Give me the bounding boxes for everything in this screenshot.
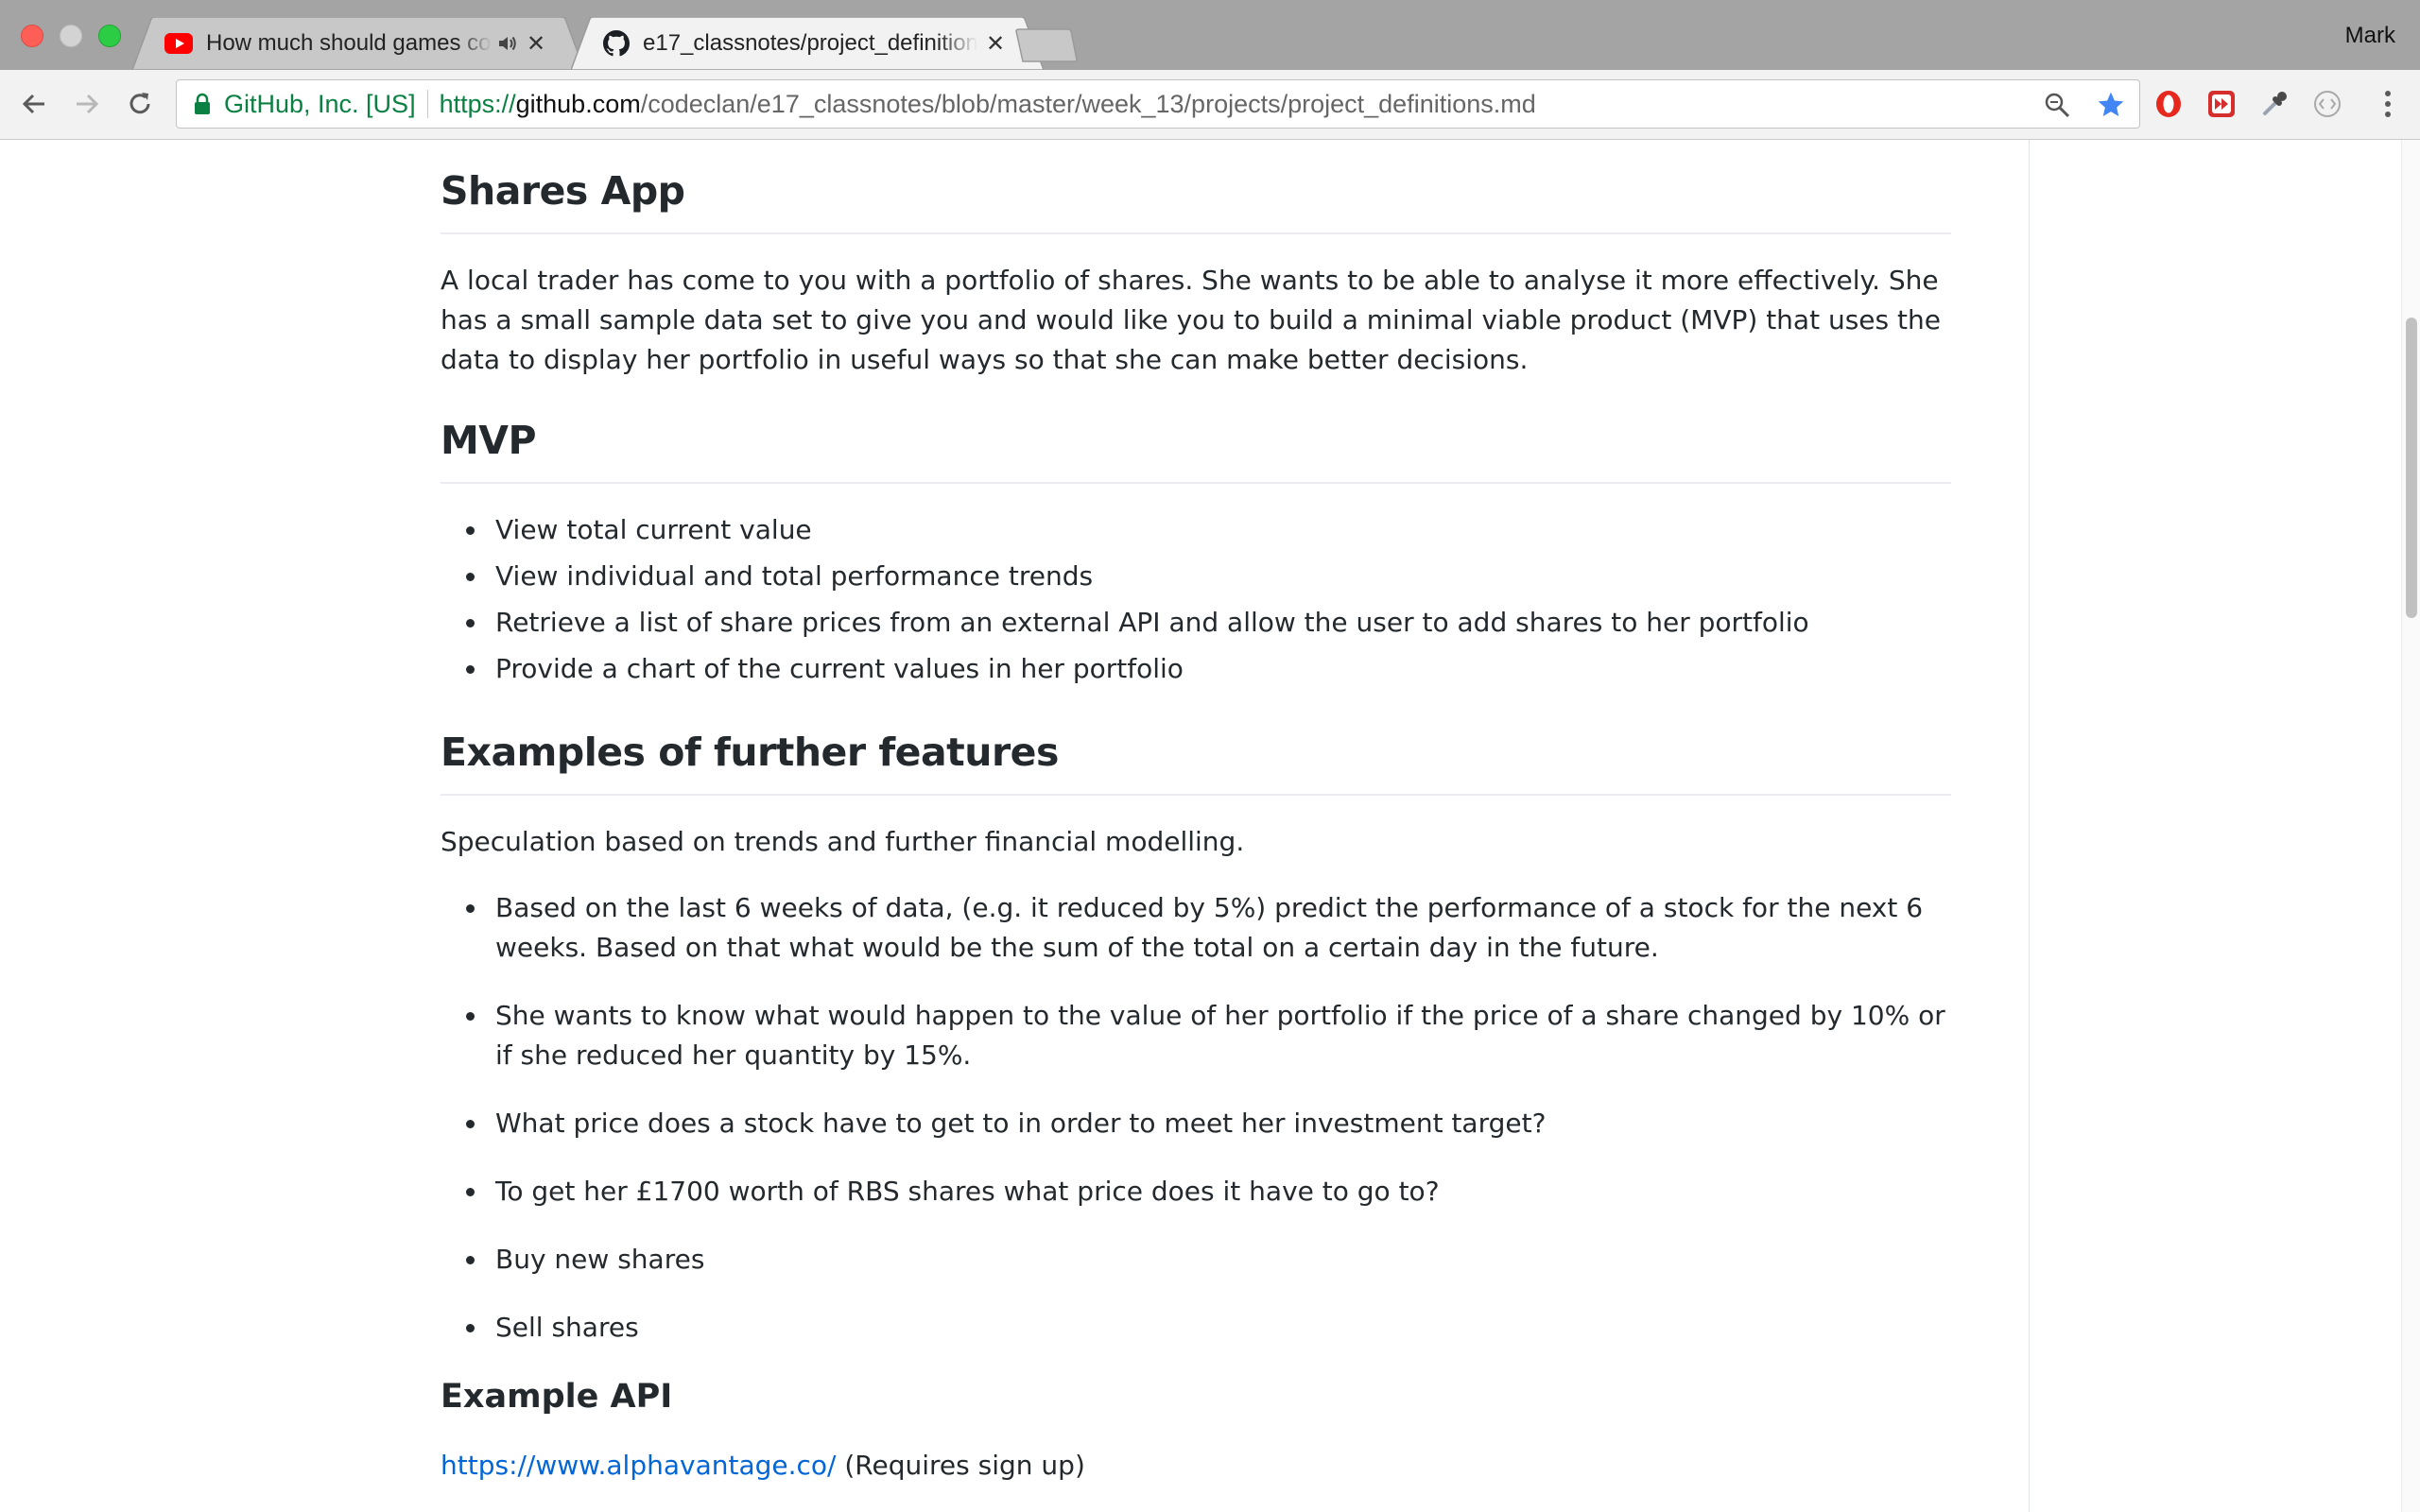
list-item: View total current value: [441, 510, 1951, 550]
vertical-scrollbar[interactable]: [2401, 140, 2420, 1512]
close-icon[interactable]: ✕: [985, 30, 1006, 58]
fast-forward-extension-icon[interactable]: [2204, 87, 2238, 121]
page-title: Shares App: [441, 168, 685, 214]
api-link[interactable]: https://www.alphavantage.co/: [441, 1450, 836, 1481]
browser-menu-button[interactable]: [2371, 85, 2405, 123]
heading-rule: [441, 794, 1951, 796]
profile-name[interactable]: Mark: [2345, 23, 2395, 49]
tab-github[interactable]: e17_classnotes/project_definitions.md ✕: [571, 17, 1044, 70]
url-text[interactable]: https://github.com/codeclan/e17_classnot…: [440, 90, 1536, 119]
tab-title: e17_classnotes/project_definitions.md: [643, 30, 977, 56]
list-item: Provide a chart of the current values in…: [441, 649, 1951, 689]
forward-button[interactable]: [68, 85, 106, 123]
url-scheme: https://: [439, 89, 516, 118]
list-item: To get her £1700 worth of RBS shares wha…: [441, 1172, 1951, 1211]
page-viewport: Shares App A local trader has come to yo…: [0, 140, 2401, 1512]
api-note: (Requires sign up): [836, 1450, 1085, 1481]
window-fullscreen-button[interactable]: [98, 25, 121, 47]
section-heading-mvp: MVP: [441, 418, 537, 463]
tab-youtube[interactable]: How much should games cost? ✕: [132, 17, 584, 70]
opera-extension-icon[interactable]: [2152, 87, 2186, 121]
divider: [426, 90, 428, 118]
reload-icon: [130, 93, 150, 114]
lock-icon: [195, 93, 210, 114]
new-tab-button[interactable]: [1015, 28, 1078, 62]
list-item: She wants to know what would happen to t…: [441, 996, 1951, 1075]
section-heading-example-api: Example API: [441, 1378, 673, 1416]
url-path: /codeclan/e17_classnotes/blob/master/wee…: [640, 89, 1536, 118]
browser-toolbar: GitHub, Inc. [US] https://github.com/cod…: [0, 70, 2420, 140]
code-extension-icon[interactable]: [2310, 87, 2344, 121]
list-item: What price does a stock have to get to i…: [441, 1104, 1951, 1143]
speaker-icon[interactable]: [497, 33, 518, 54]
window-minimize-button[interactable]: [60, 25, 82, 47]
window-close-button[interactable]: [21, 25, 43, 47]
scrollbar-thumb[interactable]: [2406, 318, 2417, 618]
security-label[interactable]: GitHub, Inc. [US]: [224, 90, 416, 119]
mvp-list: View total current value View individual…: [441, 510, 1951, 689]
arrow-left-icon: [22, 94, 44, 114]
reload-button[interactable]: [121, 85, 159, 123]
eyedropper-extension-icon[interactable]: [2257, 87, 2291, 121]
arrow-right-icon: [77, 94, 99, 114]
list-item: Based on the last 6 weeks of data, (e.g.…: [441, 888, 1951, 968]
url-host: github.com: [515, 89, 641, 118]
more-vert-icon: [2385, 91, 2391, 117]
section-heading-further-features: Examples of further features: [441, 730, 1059, 775]
youtube-icon: [164, 33, 193, 54]
github-icon: [603, 30, 630, 57]
list-item: Retrieve a list of share prices from an …: [441, 603, 1951, 643]
list-item: Buy new shares: [441, 1240, 1951, 1280]
heading-rule: [441, 482, 1951, 484]
browser-tab-strip: How much should games cost? ✕ e17_classn…: [0, 0, 2420, 70]
api-paragraph: https://www.alphavantage.co/ (Requires s…: [441, 1446, 1951, 1486]
list-item: View individual and total performance tr…: [441, 557, 1951, 596]
intro-paragraph: A local trader has come to you with a po…: [441, 265, 1941, 375]
bookmark-star-icon[interactable]: [2096, 90, 2126, 120]
close-icon[interactable]: ✕: [526, 30, 546, 58]
back-button[interactable]: [15, 85, 53, 123]
list-item: Sell shares: [441, 1308, 1951, 1348]
further-features-list: Based on the last 6 weeks of data, (e.g.…: [441, 888, 1951, 1348]
address-bar[interactable]: GitHub, Inc. [US] https://github.com/cod…: [176, 79, 2140, 129]
further-intro: Speculation based on trends and further …: [441, 826, 1245, 857]
sidebar-divider: [2029, 140, 2030, 1512]
heading-rule: [441, 232, 1951, 234]
zoom-icon[interactable]: [2043, 91, 2071, 119]
tab-title: How much should games cost?: [206, 30, 492, 56]
